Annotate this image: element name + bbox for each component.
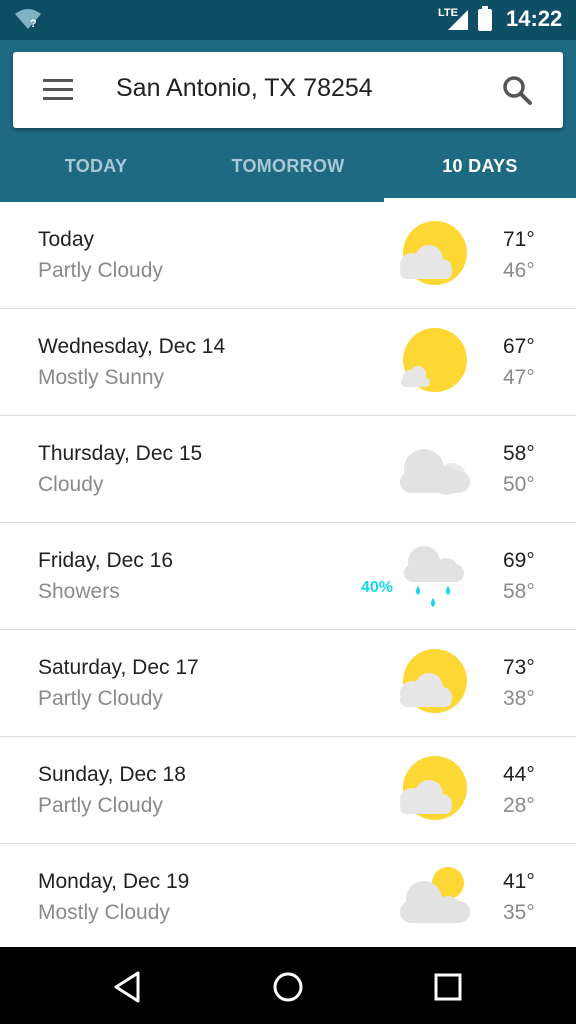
home-icon[interactable] <box>270 969 306 1005</box>
forecast-row[interactable]: Thursday, Dec 15 Cloudy 58° 50° <box>0 416 576 523</box>
forecast-high: 58° <box>503 442 535 465</box>
search-icon[interactable] <box>501 74 533 106</box>
forecast-row[interactable]: Saturday, Dec 17 Partly Cloudy 73° 38° <box>0 630 576 737</box>
forecast-low: 46° <box>503 259 535 282</box>
forecast-day: Today <box>38 228 95 251</box>
forecast-day: Monday, Dec 19 <box>38 870 190 893</box>
forecast-condition: Partly Cloudy <box>38 259 163 282</box>
forecast-row[interactable]: Wednesday, Dec 14 Mostly Sunny 67° 47° <box>0 309 576 416</box>
cloudy-icon <box>400 449 470 495</box>
forecast-high: 71° <box>503 228 535 251</box>
forecast-condition: Partly Cloudy <box>38 687 163 710</box>
search-card[interactable]: San Antonio, TX 78254 <box>13 52 563 128</box>
forecast-day: Sunday, Dec 18 <box>38 763 186 786</box>
battery-icon <box>478 6 492 31</box>
forecast-condition: Showers <box>38 580 120 603</box>
forecast-list: Today Partly Cloudy 71° 46° Wednesday, D… <box>0 202 576 951</box>
status-bar: ? LTE 14:22 <box>0 0 576 40</box>
navigation-bar <box>0 947 576 1024</box>
tab-tomorrow[interactable]: TOMORROW <box>192 136 384 198</box>
forecast-day: Wednesday, Dec 14 <box>38 335 226 358</box>
forecast-day: Thursday, Dec 15 <box>38 442 203 465</box>
mostly-sunny-icon <box>401 328 467 392</box>
location-text[interactable]: San Antonio, TX 78254 <box>116 74 373 103</box>
app-bar: San Antonio, TX 78254 TODAY TOMORROW 10 … <box>0 40 576 202</box>
forecast-condition: Mostly Sunny <box>38 366 165 389</box>
forecast-low: 50° <box>503 473 535 496</box>
recents-icon[interactable] <box>430 969 466 1005</box>
forecast-row[interactable]: Sunday, Dec 18 Partly Cloudy 44° 28° <box>0 737 576 844</box>
tab-today[interactable]: TODAY <box>0 136 192 198</box>
hamburger-menu-icon[interactable] <box>43 79 73 101</box>
partly-cloudy-icon <box>400 649 467 713</box>
showers-icon <box>404 546 464 607</box>
forecast-row[interactable]: Friday, Dec 16 Showers 40% 69° 58° <box>0 523 576 630</box>
forecast-day: Saturday, Dec 17 <box>38 656 199 679</box>
status-time: 14:22 <box>506 6 563 31</box>
svg-text:?: ? <box>30 18 37 30</box>
partly-cloudy-icon <box>400 221 467 285</box>
forecast-high: 44° <box>503 763 535 786</box>
forecast-high: 73° <box>503 656 535 679</box>
forecast-row[interactable]: Today Partly Cloudy 71° 46° <box>0 202 576 309</box>
mostly-cloudy-icon <box>400 867 470 923</box>
wifi-question-icon: ? <box>15 9 41 30</box>
forecast-high: 69° <box>503 549 535 572</box>
forecast-low: 38° <box>503 687 535 710</box>
forecast-low: 35° <box>503 901 535 924</box>
forecast-high: 67° <box>503 335 535 358</box>
partly-cloudy-icon <box>400 756 467 820</box>
signal-icon <box>448 10 468 30</box>
forecast-low: 58° <box>503 580 535 603</box>
forecast-condition: Partly Cloudy <box>38 794 163 817</box>
forecast-high: 41° <box>503 870 535 893</box>
forecast-condition: Cloudy <box>38 473 104 496</box>
tab-10-days[interactable]: 10 DAYS <box>384 136 576 198</box>
forecast-low: 28° <box>503 794 535 817</box>
forecast-row[interactable]: Monday, Dec 19 Mostly Cloudy 41° 35° <box>0 844 576 951</box>
precip-chance: 40% <box>361 579 394 596</box>
forecast-condition: Mostly Cloudy <box>38 901 170 924</box>
forecast-day: Friday, Dec 16 <box>38 549 173 572</box>
forecast-low: 47° <box>503 366 535 389</box>
tab-bar: TODAY TOMORROW 10 DAYS <box>0 136 576 202</box>
back-icon[interactable] <box>110 969 146 1005</box>
